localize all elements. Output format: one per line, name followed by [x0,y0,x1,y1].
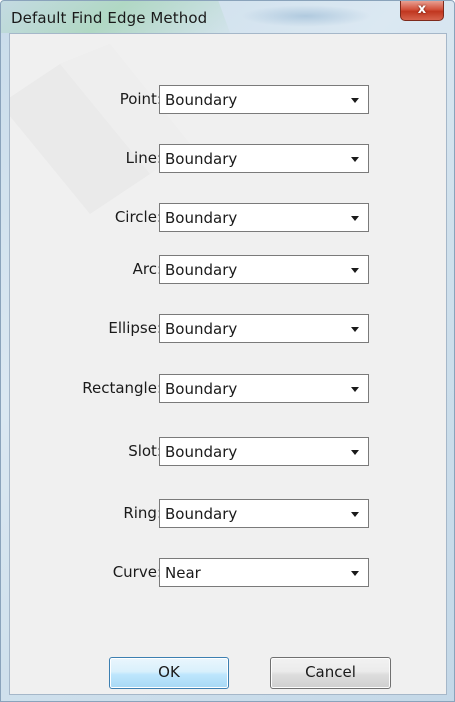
line-method-select[interactable]: Boundary [159,144,369,173]
field-row-circle: Circle: Boundary [10,203,446,233]
chevron-down-icon [351,387,359,392]
curve-method-value: Near [165,564,201,582]
ellipse-method-select[interactable]: Boundary [159,314,369,343]
chevron-down-icon [351,571,359,576]
chevron-down-icon [351,450,359,455]
slot-method-value: Boundary [165,443,238,461]
ring-label: Ring: [123,504,162,522]
chevron-down-icon [351,216,359,221]
circle-method-select[interactable]: Boundary [159,203,369,232]
arc-label: Arc: [132,260,162,278]
ring-method-value: Boundary [165,505,238,523]
close-button[interactable]: x [400,1,444,21]
ellipse-label: Ellipse: [108,319,162,337]
field-row-ring: Ring: Boundary [10,499,446,529]
ring-method-select[interactable]: Boundary [159,499,369,528]
rectangle-method-value: Boundary [165,380,238,398]
chevron-down-icon [351,98,359,103]
field-row-arc: Arc: Boundary [10,255,446,285]
window-title: Default Find Edge Method [11,9,208,27]
dialog-body: Point: Boundary Line: Boundary Circle: B… [9,33,447,695]
background-watermark [10,44,190,214]
chevron-down-icon [351,157,359,162]
rectangle-method-select[interactable]: Boundary [159,374,369,403]
dialog-window: Default Find Edge Method x Point: Bounda… [0,0,455,702]
point-method-value: Boundary [165,91,238,109]
slot-method-select[interactable]: Boundary [159,437,369,466]
chevron-down-icon [351,268,359,273]
curve-label: Curve: [112,563,162,581]
line-label: Line: [125,149,162,167]
line-method-value: Boundary [165,150,238,168]
title-bar[interactable]: Default Find Edge Method x [1,1,454,33]
field-row-slot: Slot: Boundary [10,437,446,467]
arc-method-select[interactable]: Boundary [159,255,369,284]
field-row-point: Point: Boundary [10,85,446,115]
field-row-curve: Curve: Near [10,558,446,588]
circle-method-value: Boundary [165,209,238,227]
circle-label: Circle: [114,208,162,226]
field-row-line: Line: Boundary [10,144,446,174]
ellipse-method-value: Boundary [165,320,238,338]
arc-method-value: Boundary [165,261,238,279]
ok-button[interactable]: OK [109,657,229,689]
cancel-button[interactable]: Cancel [270,657,391,689]
rectangle-label: Rectangle: [82,379,162,397]
slot-label: Slot: [128,442,162,460]
field-row-ellipse: Ellipse: Boundary [10,314,446,344]
chevron-down-icon [351,327,359,332]
point-method-select[interactable]: Boundary [159,85,369,114]
close-icon: x [417,2,427,17]
title-bar-glass-highlight [241,5,371,27]
point-label: Point: [119,90,162,108]
field-row-rectangle: Rectangle: Boundary [10,374,446,404]
curve-method-select[interactable]: Near [159,558,369,587]
chevron-down-icon [351,512,359,517]
